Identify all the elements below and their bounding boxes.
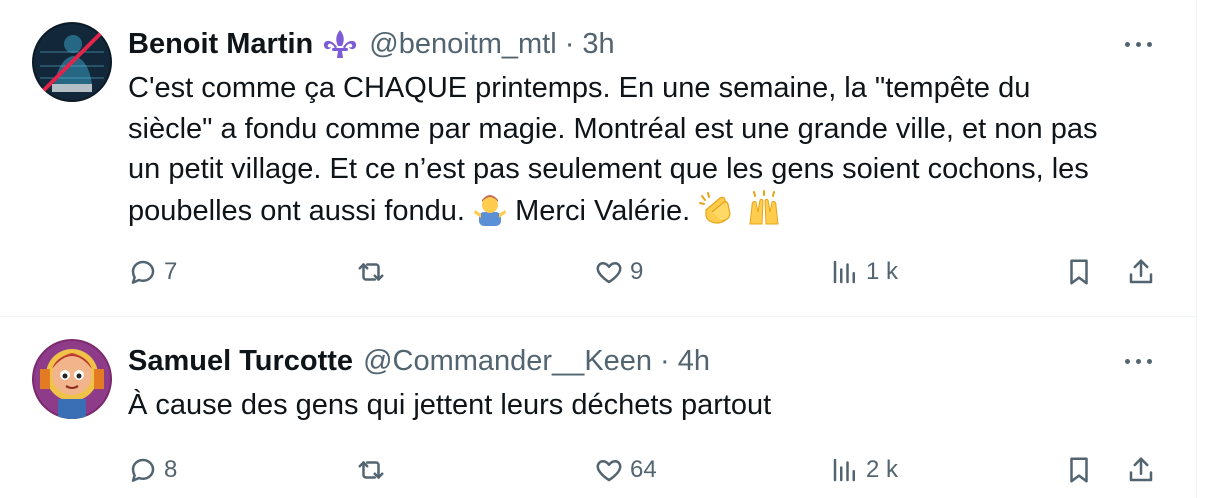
like-button[interactable]: 64 <box>594 450 657 490</box>
reply-button[interactable]: 8 <box>128 450 177 490</box>
bookmark-icon <box>1070 457 1088 483</box>
tweet-actions: 8 64 2 k <box>128 450 1168 490</box>
bookmark-button[interactable] <box>1064 252 1094 292</box>
tweet-actions: 7 9 1 k <box>128 252 1168 292</box>
author-handle[interactable]: @benoitm_mtl <box>369 28 556 61</box>
tweet-feed: Benoit Martin @benoitm_mtl · 3h C'est co… <box>0 0 1197 498</box>
timestamp[interactable]: 3h <box>582 28 614 61</box>
tweet-line: C'est comme ça CHAQUE printemps. En une … <box>128 72 1031 104</box>
more-options-icon[interactable] <box>1118 343 1158 379</box>
tweet-line: À cause des gens qui jettent leurs déche… <box>128 389 772 421</box>
retweet-button[interactable] <box>356 450 392 490</box>
avatar[interactable] <box>32 339 112 419</box>
tweet-line: un petit village. Et ce n’est pas seulem… <box>128 153 1089 185</box>
tweet-card[interactable]: Benoit Martin @benoitm_mtl · 3h C'est co… <box>0 0 1196 317</box>
separator-dot: · <box>660 344 670 377</box>
tweet-header: Benoit Martin @benoitm_mtl · 3h <box>128 24 615 64</box>
reply-icon <box>131 458 155 482</box>
share-button[interactable] <box>1126 252 1156 292</box>
like-count: 64 <box>630 456 657 483</box>
avatar[interactable] <box>32 22 112 102</box>
bookmark-button[interactable] <box>1064 450 1094 490</box>
clapping-hands-emoji <box>698 190 738 238</box>
view-count: 2 k <box>866 456 899 483</box>
reply-count: 8 <box>164 456 178 483</box>
raising-hands-emoji <box>746 189 782 238</box>
bookmark-icon <box>1070 259 1088 285</box>
share-icon <box>1129 259 1153 284</box>
analytics-icon <box>833 458 855 482</box>
views-button[interactable]: 1 k <box>830 252 898 292</box>
more-options-icon[interactable] <box>1118 26 1158 62</box>
fleur-de-lis-icon <box>321 28 359 60</box>
tweet-header: Samuel Turcotte @Commander__Keen · 4h <box>128 341 710 381</box>
tweet-card[interactable]: Samuel Turcotte @Commander__Keen · 4h À … <box>0 317 1196 498</box>
reply-button[interactable]: 7 <box>128 252 177 292</box>
timestamp[interactable]: 4h <box>678 345 710 378</box>
tweet-line: siècle" a fondu comme par magie. Montréa… <box>128 112 1098 145</box>
tweet-line: poubelles ont aussi fondu. <box>128 194 465 227</box>
views-button[interactable]: 2 k <box>830 450 898 490</box>
author-name[interactable]: Samuel Turcotte <box>128 345 353 378</box>
view-count: 1 k <box>866 258 899 285</box>
retweet-button[interactable] <box>356 252 392 292</box>
author-handle[interactable]: @Commander__Keen <box>363 345 652 378</box>
tweet-text: C'est comme ça CHAQUE printemps. En une … <box>128 68 1168 237</box>
tweet-text: À cause des gens qui jettent leurs déche… <box>128 385 1168 426</box>
author-name[interactable]: Benoit Martin <box>128 28 313 61</box>
tweet-line-with-emoji: poubelles ont aussi fondu. Merci Valérie… <box>128 189 1168 238</box>
share-button[interactable] <box>1126 450 1156 490</box>
tweet-line-suffix: Merci Valérie. <box>515 194 691 227</box>
analytics-icon <box>833 260 855 284</box>
like-count: 9 <box>630 258 644 285</box>
retweet-icon <box>358 263 384 281</box>
heart-icon <box>596 460 622 482</box>
reply-count: 7 <box>164 258 178 285</box>
heart-icon <box>596 262 622 284</box>
separator-dot: · <box>564 27 575 60</box>
like-button[interactable]: 9 <box>594 252 643 292</box>
man-shrugging-emoji <box>473 192 507 238</box>
retweet-icon <box>358 461 384 479</box>
reply-icon <box>131 260 155 284</box>
share-icon <box>1129 457 1153 482</box>
